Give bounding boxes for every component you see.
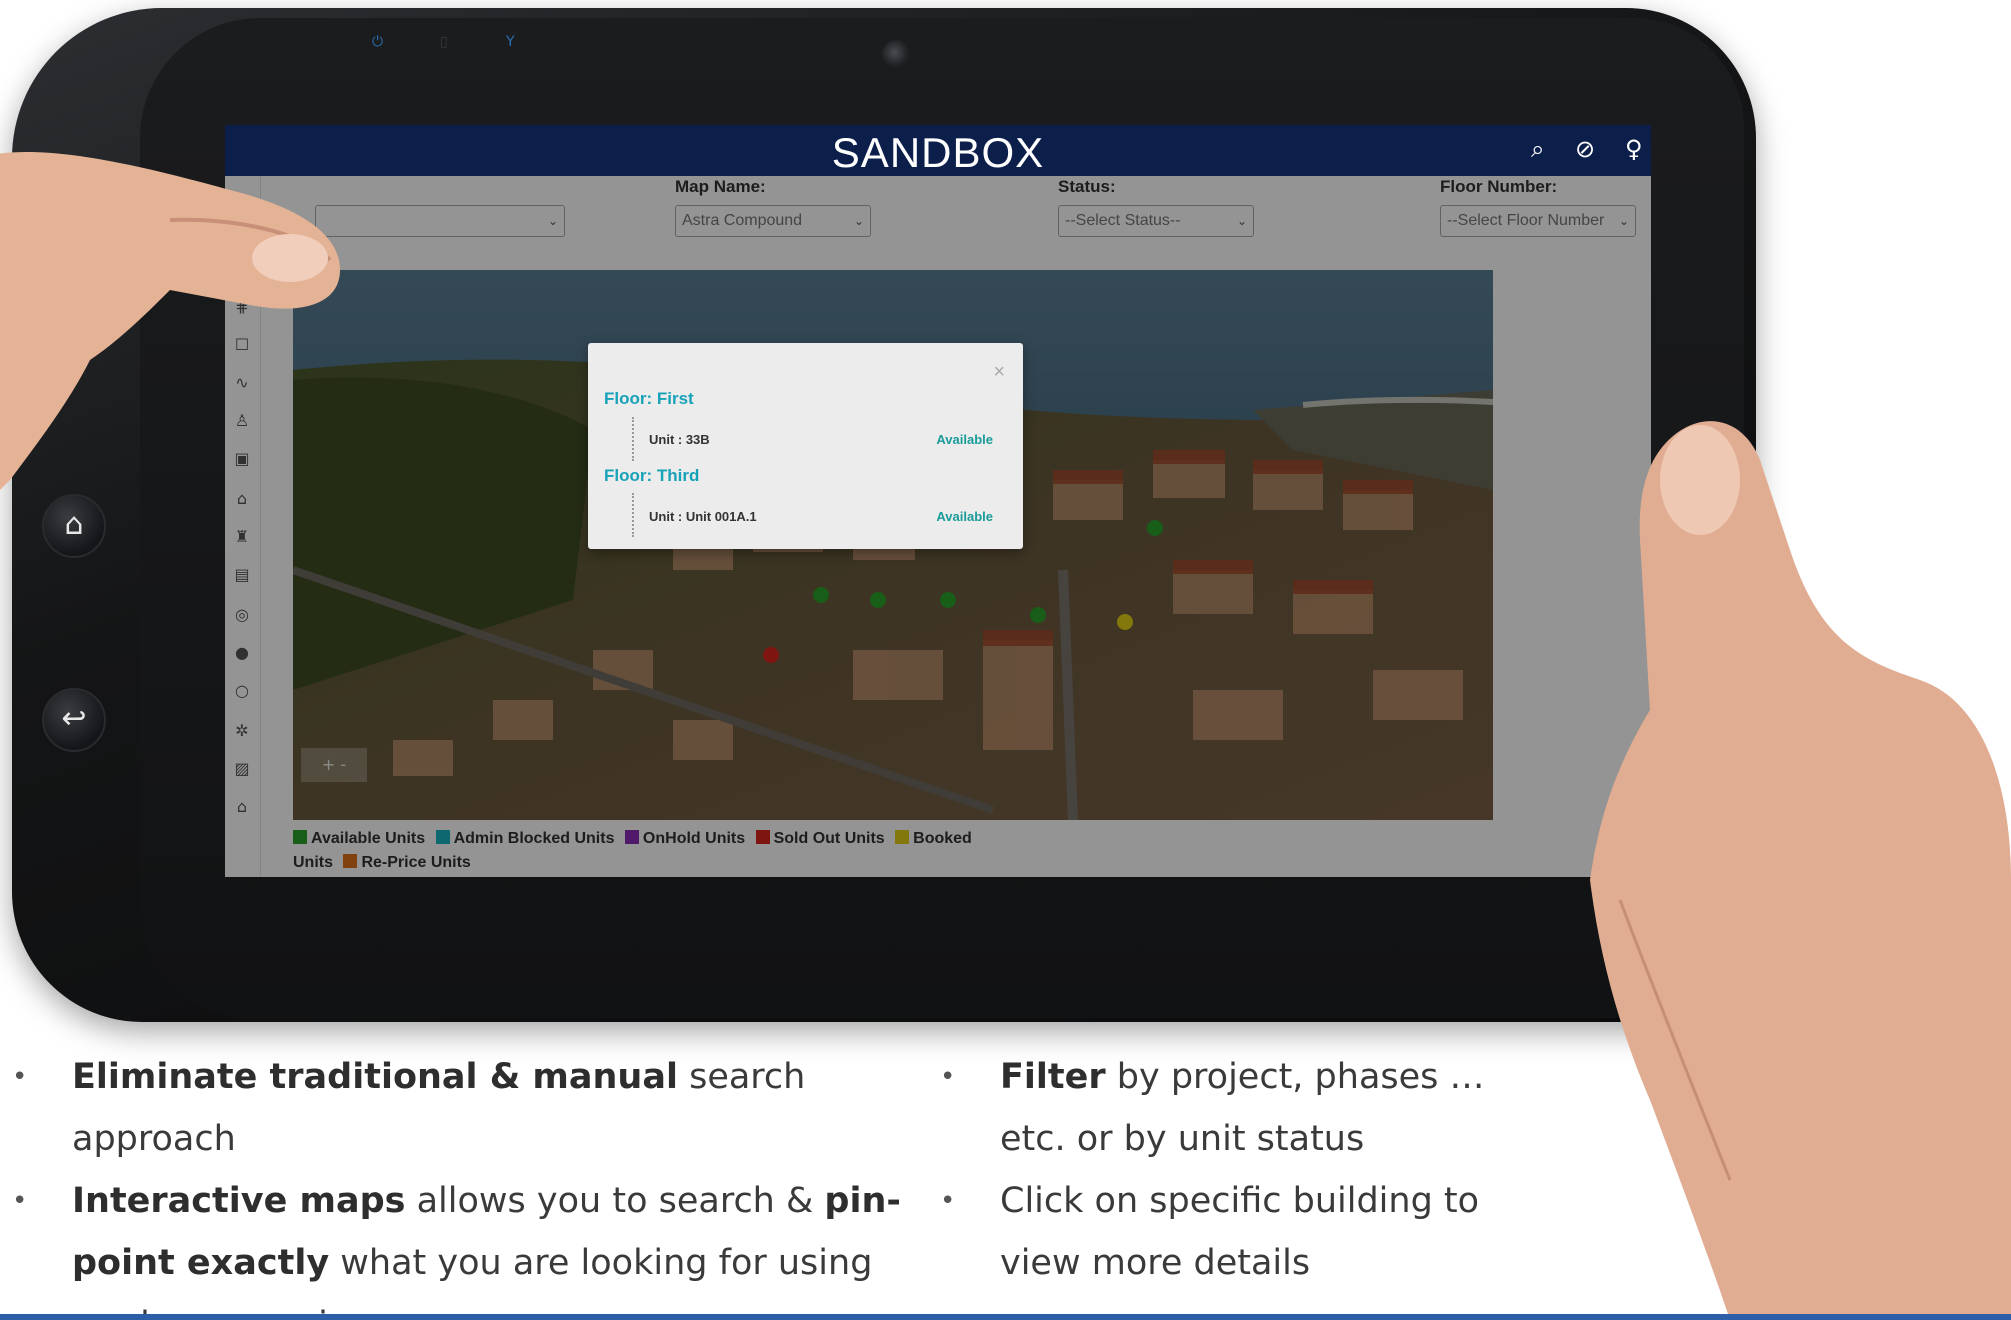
- right-hand-image: [1590, 421, 2011, 1320]
- compass-icon[interactable]: ⊘: [1575, 135, 1595, 163]
- floor-title: Floor: Third: [604, 466, 700, 485]
- list-item: Click on specific building to view more …: [940, 1170, 1530, 1294]
- tablet-screen: SANDBOX ⌕ ⊘ ♀ Map Name: Astra Compound ⌄ …: [225, 125, 1651, 877]
- search-icon[interactable]: ⌕: [1531, 135, 1544, 163]
- close-icon[interactable]: ×: [993, 361, 1005, 384]
- bottom-rule: [0, 1314, 2011, 1320]
- unit-status: Available: [936, 509, 993, 524]
- wifi-indicator-icon: Y: [506, 34, 515, 50]
- unit-status: Available: [936, 432, 993, 447]
- lock-indicator-icon: ▯: [440, 34, 448, 50]
- feature-list-left: Eliminate traditional & manual search ap…: [12, 1046, 902, 1320]
- unit-divider: [632, 493, 634, 537]
- unit-label[interactable]: Unit : 33B: [649, 432, 710, 447]
- list-item: Eliminate traditional & manual search ap…: [12, 1046, 902, 1170]
- unit-details-popup: × Floor: First Unit : 33B Available Floo…: [588, 343, 1023, 549]
- unit-divider: [632, 417, 634, 461]
- power-indicator-icon: ⏻: [372, 34, 384, 50]
- app-header: SANDBOX ⌕ ⊘ ♀: [225, 125, 1651, 176]
- left-hand-image: [0, 151, 340, 490]
- app-title: SANDBOX: [831, 129, 1045, 176]
- list-item: Filter by project, phases …etc. or by un…: [940, 1046, 1530, 1170]
- bulb-icon[interactable]: ♀: [1625, 135, 1643, 163]
- feature-list-right: Filter by project, phases …etc. or by un…: [940, 1046, 1530, 1294]
- camera-icon: [882, 40, 910, 68]
- floor-title: Floor: First: [604, 389, 694, 408]
- unit-label[interactable]: Unit : Unit 001A.1: [649, 509, 757, 524]
- back-button-icon[interactable]: ↩: [42, 688, 106, 752]
- list-item: Interactive maps allows you to search & …: [12, 1170, 902, 1320]
- stage: ⏻ ▯ Y ⌂ ↩ SANDBOX ⌕ ⊘ ♀ Map Name: Astra …: [0, 0, 2011, 1320]
